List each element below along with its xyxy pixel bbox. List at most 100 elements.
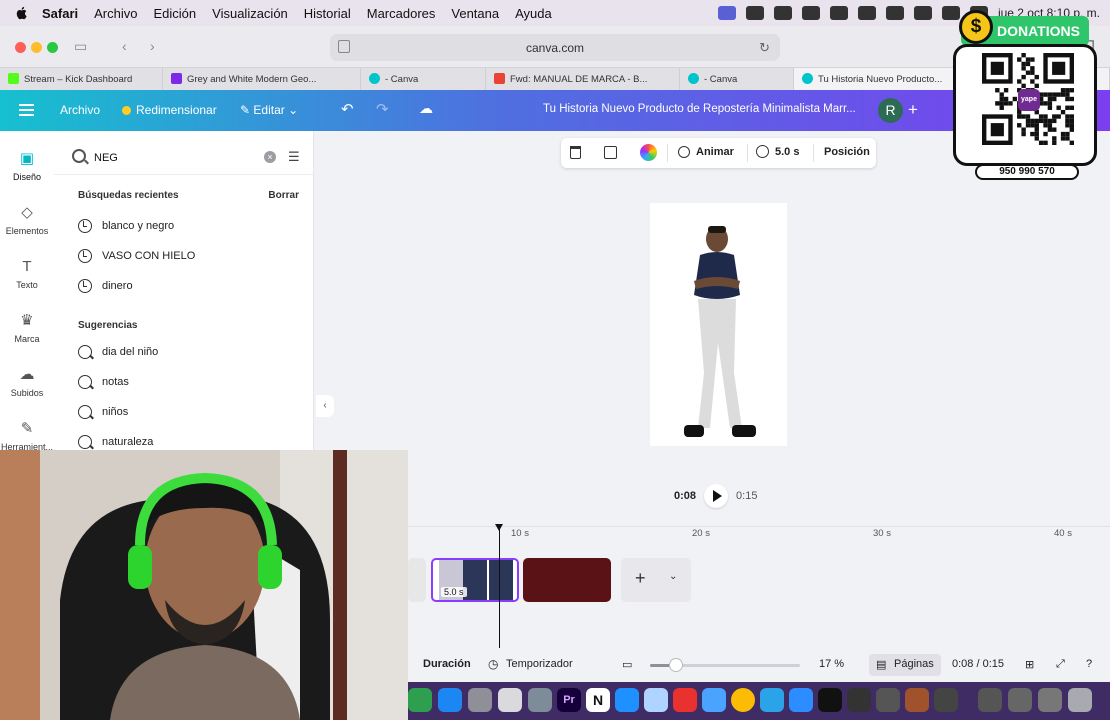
screen-share-icon[interactable] [717,6,736,20]
messages-app-icon[interactable] [702,688,726,712]
duration-tab[interactable]: Duración [423,658,471,670]
menu-app-safari[interactable]: Safari [42,6,78,21]
preview-app-icon[interactable] [498,688,522,712]
zoom-value[interactable]: 17 % [819,658,844,670]
menu-hamburger-icon[interactable] [19,104,34,116]
position-button[interactable]: Posición [824,146,870,158]
rail-item-elementos[interactable]: ◇ Elementos [0,205,54,237]
finder-app-icon[interactable] [644,688,668,712]
design-title[interactable]: Tu Historia Nuevo Producto de Repostería… [543,103,856,115]
recent-search-item[interactable]: blanco y negro [78,216,174,236]
capcut-app-icon[interactable] [818,688,842,712]
apple-icon[interactable] [14,5,30,21]
sidebar-toggle-icon[interactable]: ▭ [74,38,87,55]
playhead[interactable] [495,524,503,648]
trash-icon[interactable] [1068,688,1092,712]
color-wheel-icon[interactable] [640,144,657,161]
safari-app-icon[interactable] [615,688,639,712]
pdf-app-icon[interactable] [673,688,697,712]
address-bar[interactable]: canva.com ↻ [330,34,780,61]
airdrop-icon[interactable] [857,6,876,20]
notion-status-icon[interactable] [801,6,820,20]
rail-item-diseno[interactable]: ▣ Diseño [0,151,54,183]
recent-search-item[interactable]: dinero [78,276,133,296]
animate-button[interactable]: Animar [696,146,734,158]
activity-monitor-icon[interactable] [847,688,871,712]
menu-marcadores[interactable]: Marcadores [367,6,436,21]
badge-status-icon[interactable] [829,6,848,20]
forward-icon[interactable]: › [150,38,155,54]
menu-edicion[interactable]: Edición [154,6,197,21]
recent-search-item[interactable]: VASO CON HIELO [78,246,195,266]
dock-item-icon[interactable] [876,688,900,712]
dock-item-icon[interactable] [1008,688,1032,712]
app-store-icon[interactable] [438,688,462,712]
play-button[interactable] [704,484,729,508]
canvas-page[interactable] [650,203,787,446]
rail-item-herramientas[interactable]: ✎ Herramient... [0,421,54,453]
timeline-clip[interactable] [523,558,611,602]
tab-gmail-manual[interactable]: Fwd: MANUAL DE MARCA - B... [486,68,680,90]
timeline-clip[interactable] [408,558,426,602]
close-window-button[interactable] [15,42,26,53]
person-photo[interactable] [650,203,787,446]
notion-app-icon[interactable]: N [586,688,610,712]
tab-canva-1[interactable]: - Canva [361,68,486,90]
dock-item-icon[interactable] [934,688,958,712]
minimize-window-button[interactable] [31,42,42,53]
dock-item-icon[interactable] [978,688,1002,712]
tab-kick-dashboard[interactable]: Stream – Kick Dashboard [0,68,163,90]
notes-icon[interactable]: ▭ [622,658,632,671]
disk-utility-icon[interactable] [528,688,552,712]
rail-item-texto[interactable]: T Texto [0,259,54,291]
redo-icon[interactable]: ↷ [376,100,389,118]
suggestion-item[interactable]: notas [78,372,129,392]
rail-item-subidos[interactable]: ☁ Subidos [0,367,54,399]
reload-icon[interactable]: ↻ [759,40,770,56]
add-clip-button[interactable]: + ⌄ [621,558,691,602]
suggestion-item[interactable]: dia del niño [78,342,158,362]
tab-canva-2[interactable]: - Canva [680,68,794,90]
archivo-button[interactable]: Archivo [60,103,100,117]
filter-icon[interactable]: ☰ [288,149,300,165]
dock-item-icon[interactable] [905,688,929,712]
flip-icon[interactable] [604,146,617,159]
telegram-app-icon[interactable] [760,688,784,712]
numbers-app-icon[interactable] [408,688,432,712]
page-settings-icon[interactable] [338,40,350,53]
undo-icon[interactable]: ↶ [341,100,354,118]
play-status-icon[interactable] [885,6,904,20]
clear-recent-button[interactable]: Borrar [268,190,299,201]
fullscreen-icon[interactable]: ⤢ [1056,658,1065,671]
help-icon[interactable]: ? [1086,658,1092,670]
pdf-status-icon[interactable] [773,6,792,20]
menu-historial[interactable]: Historial [304,6,351,21]
chevron-down-icon[interactable]: ⌄ [669,571,677,582]
zoom-app-icon[interactable] [789,688,813,712]
battery-icon[interactable] [913,6,932,20]
menu-visualizacion[interactable]: Visualización [212,6,288,21]
rail-item-marca[interactable]: ♛ Marca [0,313,54,345]
grid-view-icon[interactable]: ⊞ [1025,658,1034,671]
back-icon[interactable]: ‹ [122,38,127,54]
trash-icon[interactable] [570,146,581,159]
timer-button[interactable]: Temporizador [506,658,573,670]
tab-grey-white[interactable]: Grey and White Modern Geo... [163,68,361,90]
cloud-saved-icon[interactable]: ☁ [419,100,433,117]
system-settings-icon[interactable] [468,688,492,712]
search-input[interactable] [94,149,264,167]
avatar[interactable]: R [878,98,903,123]
suggestion-item[interactable]: naturaleza [78,432,153,452]
editar-button[interactable]: ✎ Editar ⌄ [240,103,298,117]
dock-item-icon[interactable] [1038,688,1062,712]
clear-search-icon[interactable]: × [264,151,276,163]
menu-ayuda[interactable]: Ayuda [515,6,552,21]
collapse-panel-button[interactable]: ‹ [316,395,334,417]
duration-button[interactable]: 5.0 s [775,146,799,158]
menu-ventana[interactable]: Ventana [451,6,499,21]
zoom-slider-knob[interactable] [668,658,683,672]
timeline-clip-selected[interactable]: 5.0 s [431,558,519,602]
suggestion-item[interactable]: niños [78,402,128,422]
premiere-app-icon[interactable]: Pr [557,688,581,712]
add-collaborator-icon[interactable]: + [908,100,918,120]
